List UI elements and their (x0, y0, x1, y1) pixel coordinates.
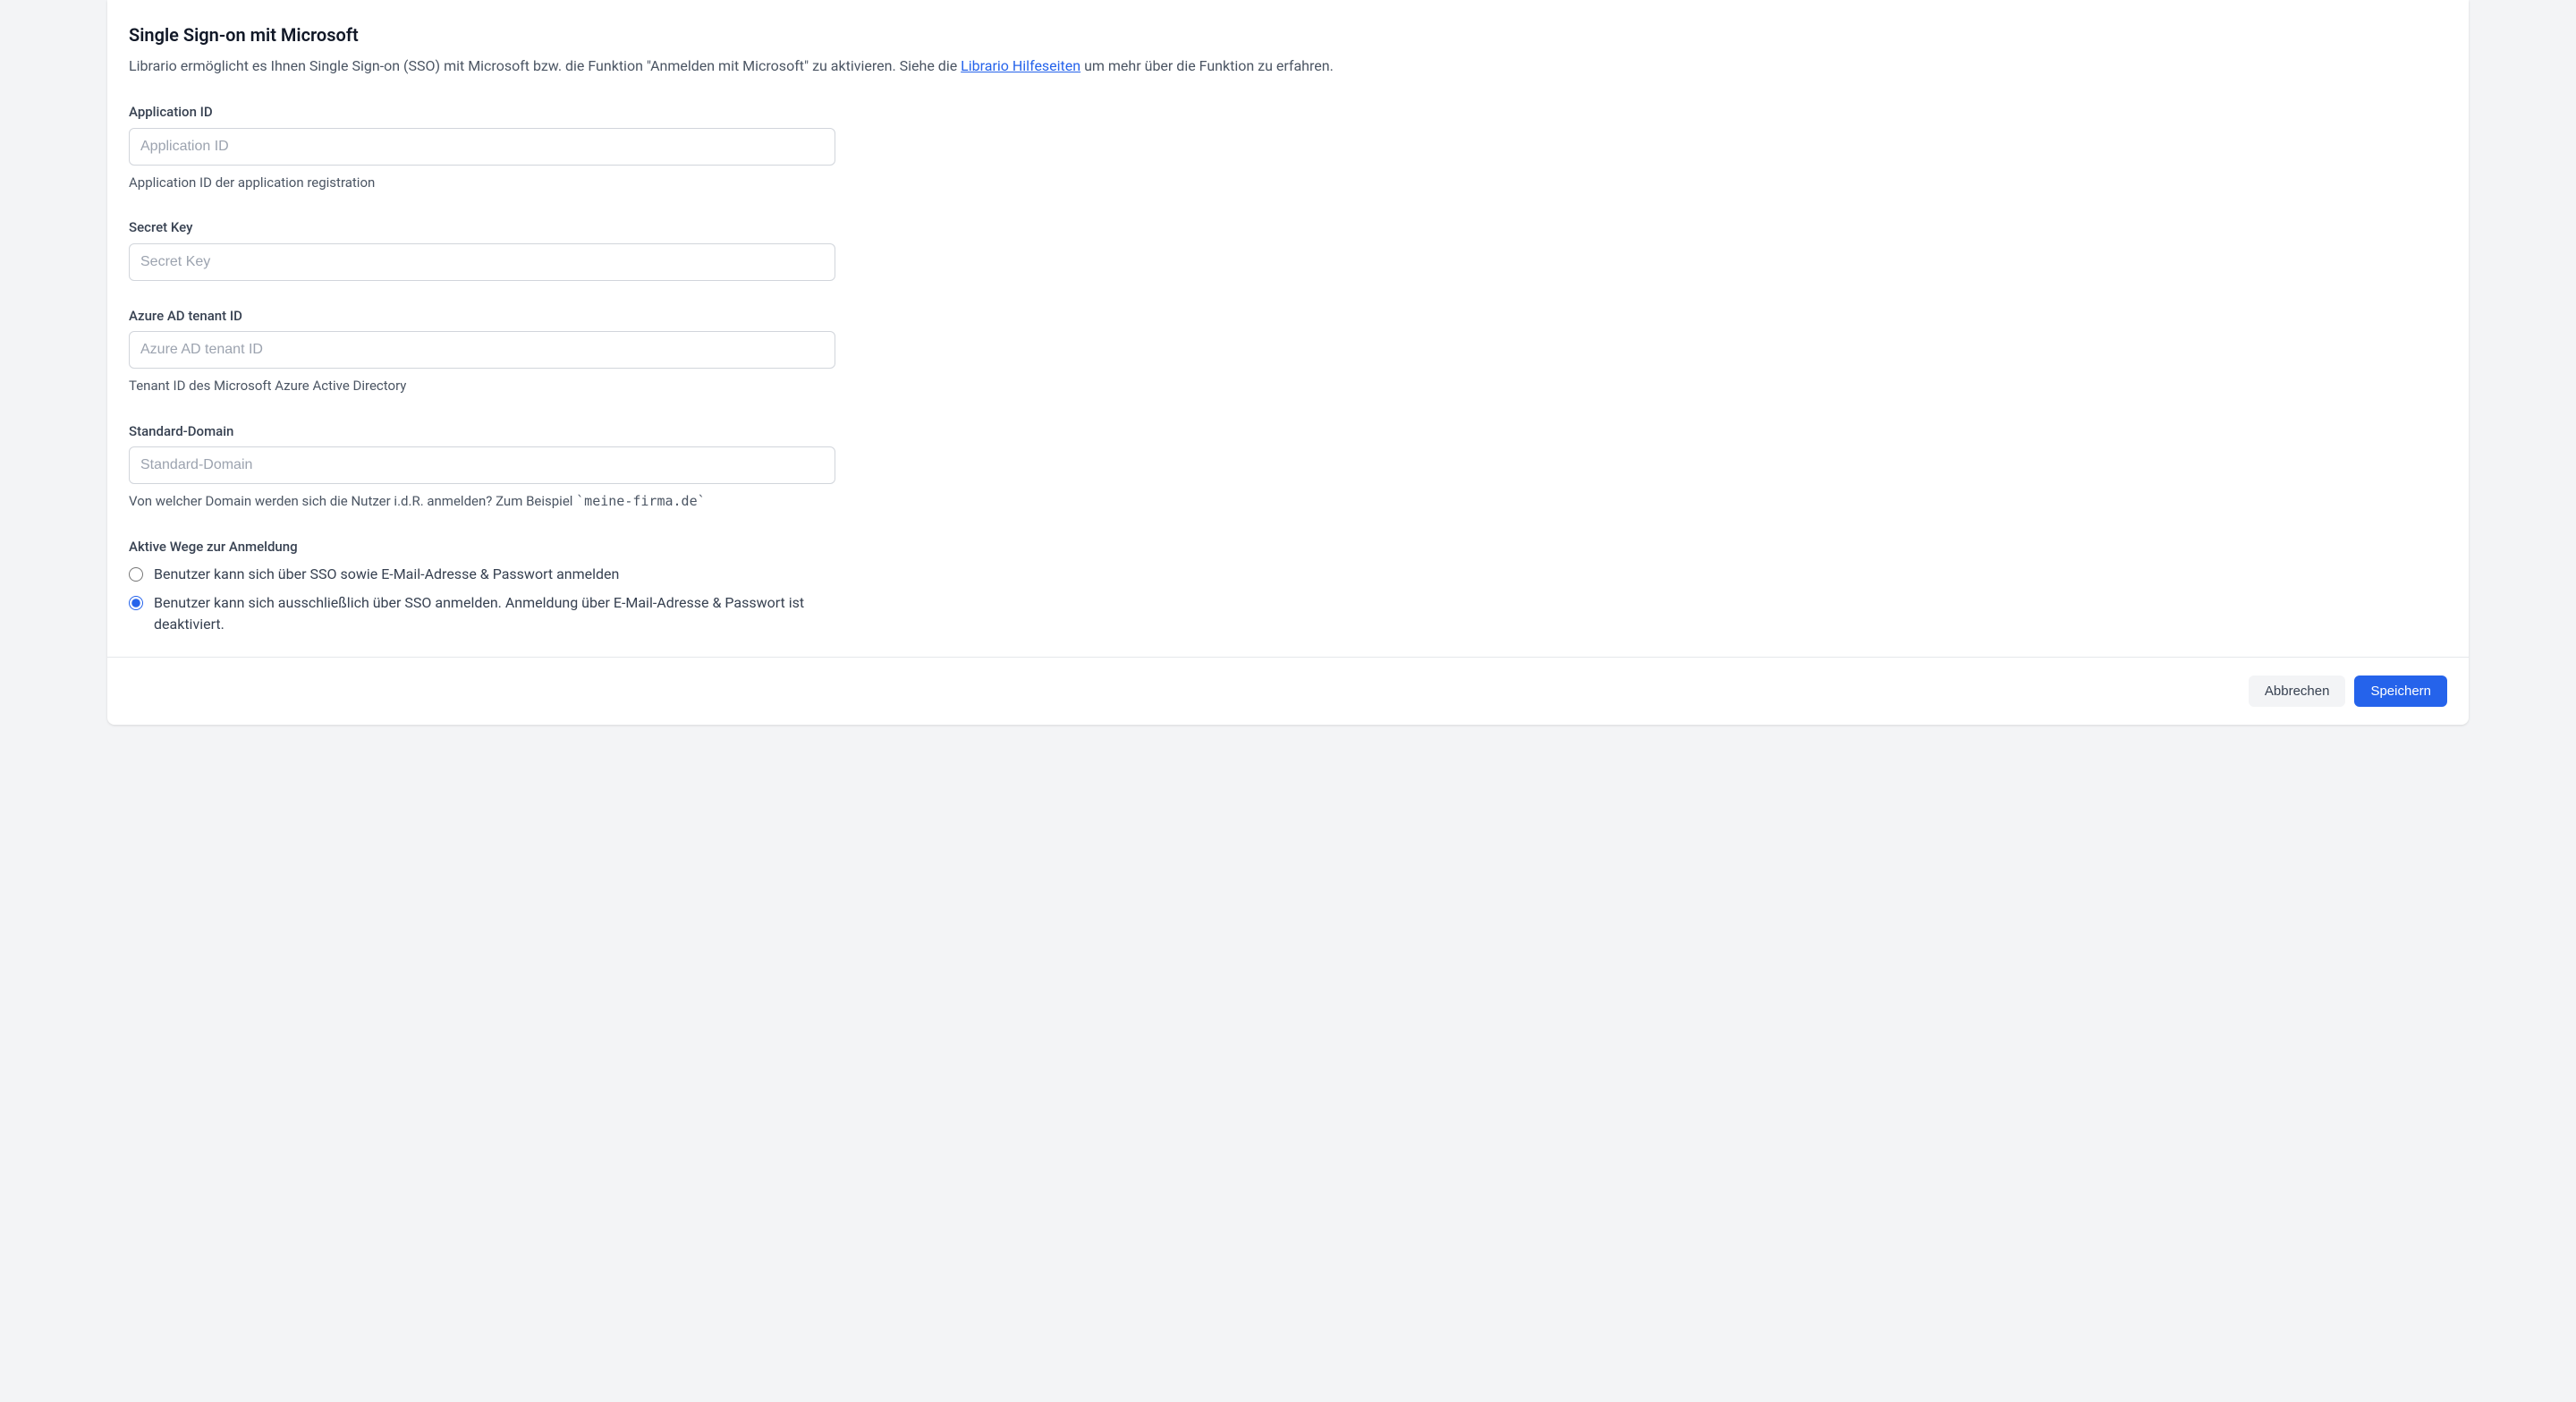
sso-settings-card: Single Sign-on mit Microsoft Librario er… (107, 0, 2469, 725)
default-domain-input[interactable] (129, 446, 835, 484)
tenant-id-group: Azure AD tenant ID Tenant ID des Microso… (129, 306, 835, 396)
login-methods-label: Aktive Wege zur Anmeldung (129, 537, 835, 557)
card-footer: Abbrechen Speichern (107, 657, 2469, 725)
cancel-button[interactable]: Abbrechen (2249, 676, 2346, 707)
radio-sso-only-input[interactable] (129, 596, 143, 610)
application-id-group: Application ID Application ID der applic… (129, 102, 835, 192)
application-id-help: Application ID der application registrat… (129, 173, 835, 193)
secret-key-label: Secret Key (129, 217, 835, 238)
application-id-label: Application ID (129, 102, 835, 123)
radio-both-label: Benutzer kann sich über SSO sowie E-Mail… (154, 564, 619, 585)
default-domain-group: Standard-Domain Von welcher Domain werde… (129, 421, 835, 512)
intro-post: um mehr über die Funktion zu erfahren. (1080, 57, 1334, 74)
radio-both-item[interactable]: Benutzer kann sich über SSO sowie E-Mail… (129, 564, 835, 585)
default-domain-help-code: `meine-firma.de` (576, 493, 706, 509)
tenant-id-label: Azure AD tenant ID (129, 306, 835, 327)
default-domain-label: Standard-Domain (129, 421, 835, 442)
intro-pre: Librario ermöglicht es Ihnen Single Sign… (129, 57, 961, 74)
help-link[interactable]: Librario Hilfeseiten (961, 57, 1080, 74)
login-methods-radios: Benutzer kann sich über SSO sowie E-Mail… (129, 564, 835, 635)
application-id-input[interactable] (129, 128, 835, 166)
radio-both-input[interactable] (129, 567, 143, 582)
login-methods-group: Aktive Wege zur Anmeldung Benutzer kann … (129, 537, 835, 636)
radio-sso-only-label: Benutzer kann sich ausschließlich über S… (154, 592, 835, 635)
default-domain-help: Von welcher Domain werden sich die Nutze… (129, 491, 835, 512)
tenant-id-input[interactable] (129, 331, 835, 369)
card-body: Single Sign-on mit Microsoft Librario er… (107, 0, 2469, 657)
page-title: Single Sign-on mit Microsoft (129, 21, 2447, 48)
tenant-id-help: Tenant ID des Microsoft Azure Active Dir… (129, 376, 835, 396)
default-domain-help-pre: Von welcher Domain werden sich die Nutze… (129, 493, 576, 509)
intro-text: Librario ermöglicht es Ihnen Single Sign… (129, 55, 2447, 77)
save-button[interactable]: Speichern (2354, 676, 2447, 707)
secret-key-input[interactable] (129, 243, 835, 281)
secret-key-group: Secret Key (129, 217, 835, 281)
radio-sso-only-item[interactable]: Benutzer kann sich ausschließlich über S… (129, 592, 835, 635)
